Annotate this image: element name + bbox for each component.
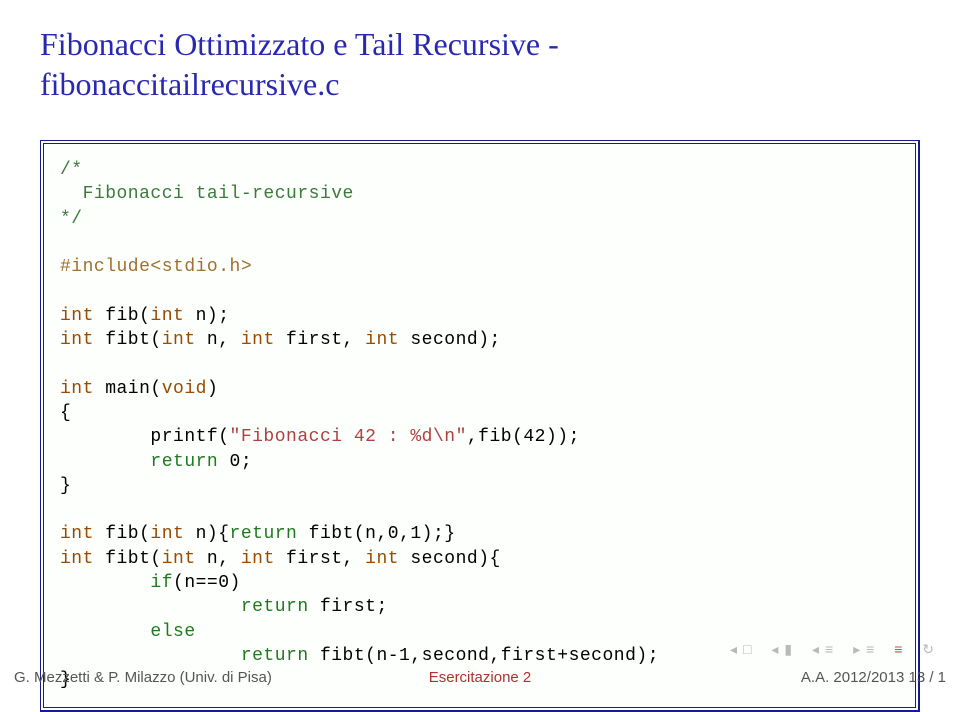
nav-next-icon[interactable]: ▸≡ <box>853 641 880 657</box>
page-title: Fibonacci Ottimizzato e Tail Recursive -… <box>40 24 920 104</box>
comment-open: /* <box>60 160 83 180</box>
code-block: /* Fibonacci tail-recursive */ #include<… <box>43 143 916 708</box>
footer-mid: Esercitazione 2 <box>325 669 636 686</box>
title-line-2: fibonaccitailrecursive.c <box>40 66 339 102</box>
footer: G. Mezzetti & P. Milazzo (Univ. di Pisa)… <box>0 664 960 700</box>
title-line-1: Fibonacci Ottimizzato e Tail Recursive - <box>40 26 559 62</box>
include-line: #include<stdio.h> <box>60 257 252 277</box>
footer-left: G. Mezzetti & P. Milazzo (Univ. di Pisa) <box>14 669 325 686</box>
nav-cycle-icon[interactable]: ↻ <box>922 641 940 657</box>
nav-symbols: ◂□ ◂▮ ◂≡ ▸≡ ≡ ↻ <box>728 641 942 658</box>
nav-first-icon[interactable]: ◂□ <box>730 641 757 657</box>
nav-back-icon[interactable]: ◂≡ <box>812 641 839 657</box>
code-content: /* Fibonacci tail-recursive */ #include<… <box>60 158 899 693</box>
comment-close: */ <box>60 209 83 229</box>
comment-body: Fibonacci tail-recursive <box>60 184 354 204</box>
nav-goto-icon[interactable]: ≡ <box>894 641 908 657</box>
nav-prev-icon[interactable]: ◂▮ <box>771 641 798 657</box>
footer-right: A.A. 2012/2013 13 / 1 <box>635 669 946 686</box>
code-block-frame: /* Fibonacci tail-recursive */ #include<… <box>40 140 920 712</box>
